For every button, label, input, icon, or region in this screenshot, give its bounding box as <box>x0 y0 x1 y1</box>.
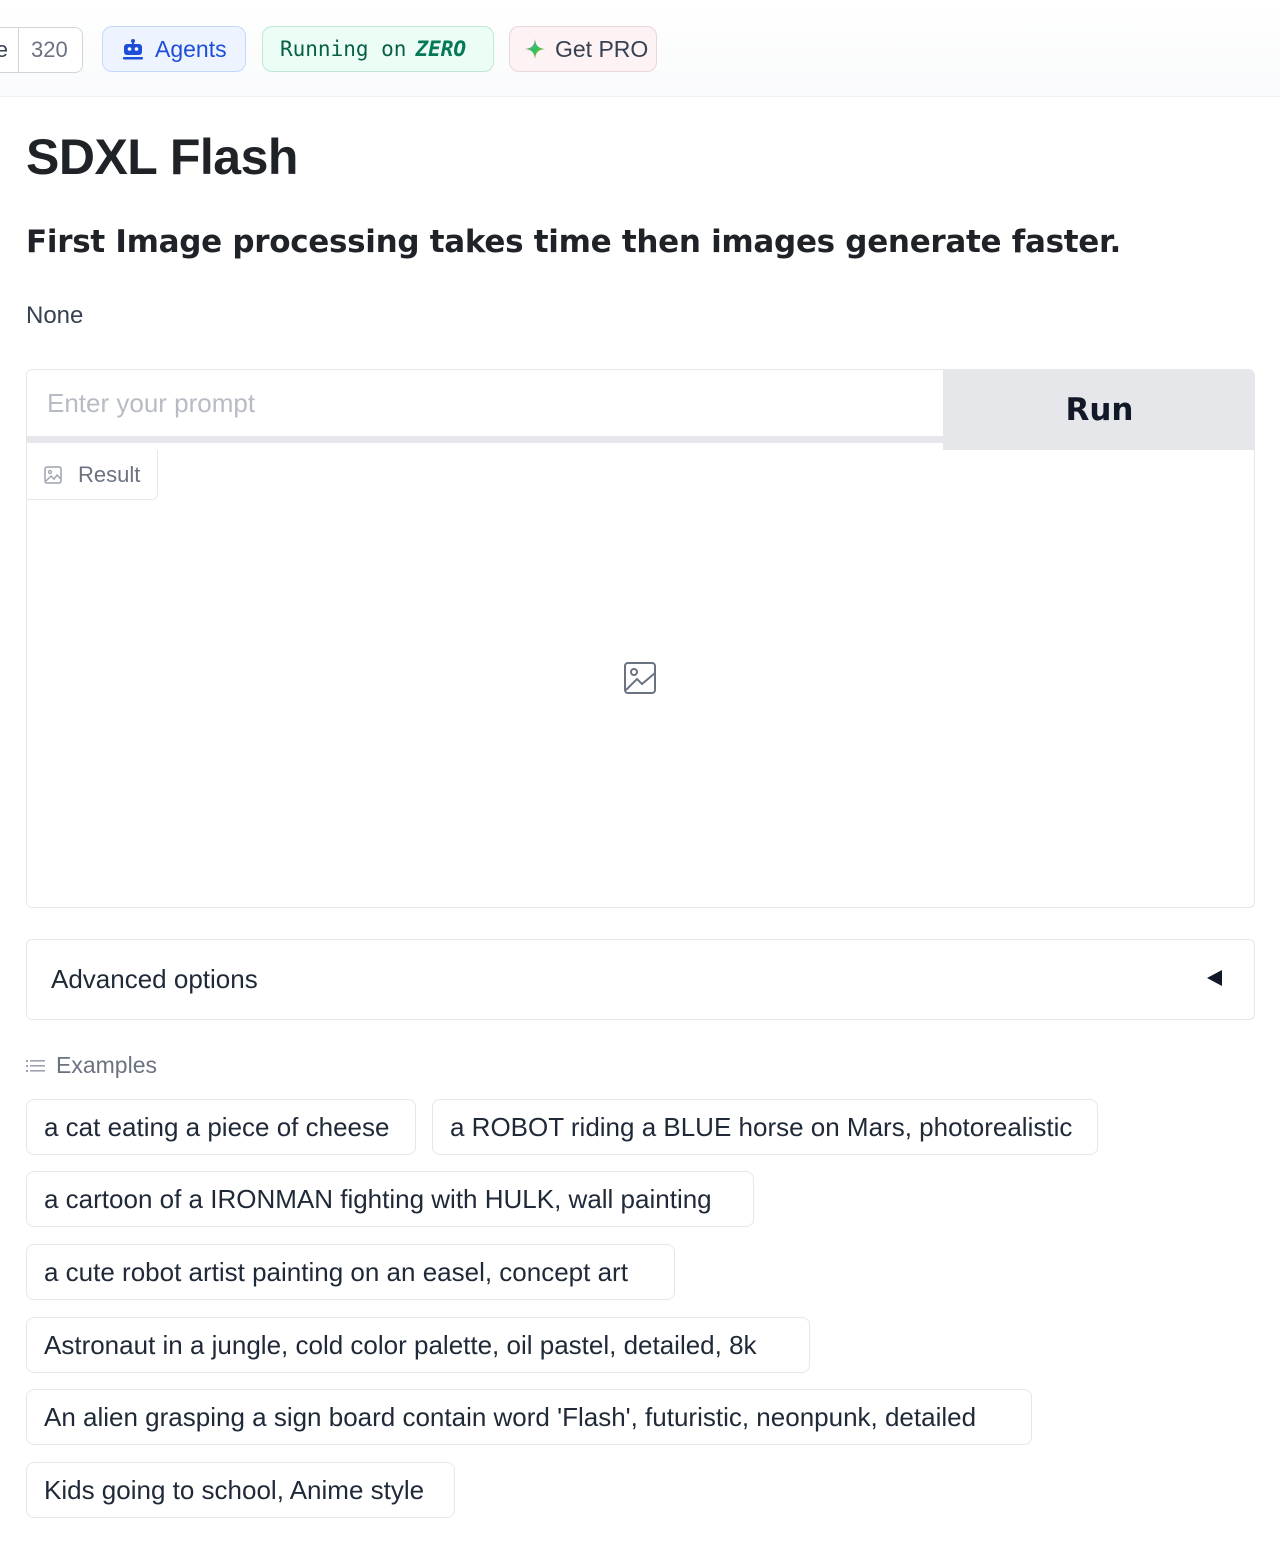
example-item[interactable]: An alien grasping a sign board contain w… <box>26 1389 1032 1445</box>
example-item[interactable]: a cartoon of a IRONMAN fighting with HUL… <box>26 1171 754 1227</box>
generation-panel: Run Result <box>26 369 1255 908</box>
example-item[interactable]: a ROBOT riding a BLUE horse on Mars, pho… <box>432 1099 1098 1155</box>
description-text: None <box>26 302 84 329</box>
examples-heading: Examples <box>26 1052 157 1079</box>
get-pro-button[interactable]: Get PRO <box>509 26 657 72</box>
running-on-zero-badge[interactable]: Running on ZERO <box>262 26 494 72</box>
example-item[interactable]: Astronaut in a jungle, cold color palett… <box>26 1317 810 1373</box>
prompt-input[interactable] <box>27 370 943 443</box>
like-button[interactable]: e <box>0 28 19 72</box>
running-label: Running on <box>280 37 407 61</box>
agents-button[interactable]: Agents <box>102 26 246 72</box>
prompt-row: Run <box>27 370 1254 450</box>
page-subtitle: First Image processing takes time then i… <box>26 224 1122 260</box>
page-title: SDXL Flash <box>26 129 298 185</box>
example-item[interactable]: a cute robot artist painting on an easel… <box>26 1244 675 1300</box>
run-button[interactable]: Run <box>943 370 1254 450</box>
result-label: Result <box>27 450 158 500</box>
examples-label: Examples <box>56 1052 157 1078</box>
advanced-options-label: Advanced options <box>51 964 258 994</box>
top-bar: e 320 Agents Running on ZERO <box>0 0 1280 97</box>
sparkle-icon <box>525 39 545 59</box>
image-icon <box>44 465 62 484</box>
example-item[interactable]: Kids going to school, Anime style <box>26 1462 455 1518</box>
advanced-options-accordion[interactable]: Advanced options <box>26 939 1255 1020</box>
robot-icon <box>123 39 143 60</box>
zero-label: ZERO <box>415 37 467 61</box>
get-pro-label: Get PRO <box>555 35 649 62</box>
like-button-group[interactable]: e 320 <box>0 27 83 73</box>
like-count[interactable]: 320 <box>19 37 82 63</box>
image-placeholder-icon <box>624 662 656 694</box>
result-label-text: Result <box>78 461 141 487</box>
caret-left-icon <box>1207 970 1222 986</box>
list-icon <box>26 1059 45 1072</box>
agents-label: Agents <box>155 35 227 62</box>
like-label: e <box>0 37 8 63</box>
example-item[interactable]: a cat eating a piece of cheese <box>26 1099 416 1155</box>
